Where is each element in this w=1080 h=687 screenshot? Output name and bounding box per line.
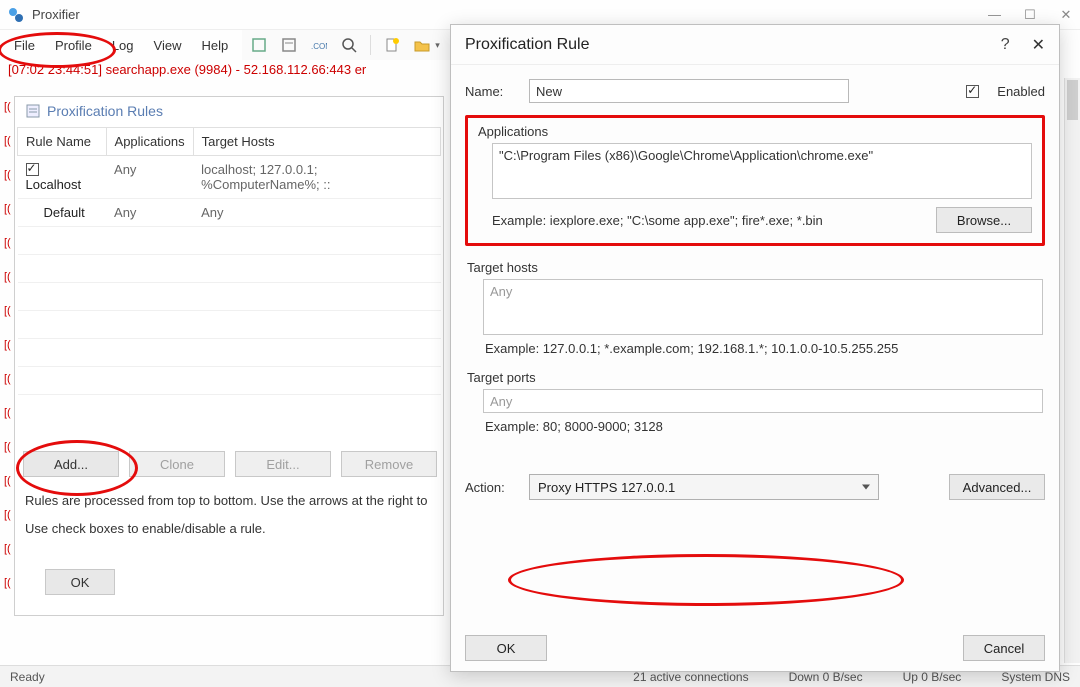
name-label: Name: <box>465 84 517 99</box>
ports-example: Example: 80; 8000-9000; 3128 <box>485 419 1045 434</box>
toolbar-icon-1[interactable] <box>250 36 268 54</box>
menu-log[interactable]: Log <box>104 36 142 55</box>
hosts-example: Example: 127.0.0.1; *.example.com; 192.1… <box>485 341 1045 356</box>
menu-help[interactable]: Help <box>193 36 236 55</box>
table-row[interactable]: Default Any Any <box>18 199 441 227</box>
toolbar-new-icon[interactable] <box>383 36 401 54</box>
action-label: Action: <box>465 480 517 495</box>
applications-input[interactable]: "C:\Program Files (x86)\Google\Chrome\Ap… <box>492 143 1032 199</box>
applications-example: Example: iexplore.exe; "C:\some app.exe"… <box>492 213 823 228</box>
toolbar-folder-icon[interactable] <box>413 36 431 54</box>
rules-icon <box>25 103 41 119</box>
hosts-label: Target hosts <box>467 260 1045 275</box>
ports-label: Target ports <box>467 370 1045 385</box>
enabled-checkbox[interactable] <box>966 85 979 98</box>
add-button[interactable]: Add... <box>23 451 119 477</box>
edit-button[interactable]: Edit... <box>235 451 331 477</box>
dialog-close-icon[interactable]: ✕ <box>1032 35 1045 55</box>
rule-hosts: localhost; 127.0.0.1; %ComputerName%; :: <box>193 156 440 199</box>
applications-group-highlight: Applications "C:\Program Files (x86)\Goo… <box>465 115 1045 246</box>
panel-ok-button[interactable]: OK <box>45 569 115 595</box>
menubar: File Profile Log View Help <box>0 32 242 58</box>
rule-name: Default <box>44 205 85 220</box>
maximize-icon[interactable]: ☐ <box>1024 7 1036 23</box>
menu-view[interactable]: View <box>146 36 190 55</box>
menu-profile[interactable]: Profile <box>47 36 100 55</box>
vertical-scrollbar[interactable] <box>1064 78 1080 663</box>
rules-table: Rule Name Applications Target Hosts Loca… <box>17 127 441 395</box>
rules-panel-title: Proxification Rules <box>47 103 163 119</box>
status-ready: Ready <box>10 670 45 684</box>
rules-help-2: Use check boxes to enable/disable a rule… <box>25 521 266 536</box>
remove-button[interactable]: Remove <box>341 451 437 477</box>
advanced-button[interactable]: Advanced... <box>949 474 1045 500</box>
col-apps[interactable]: Applications <box>106 128 193 156</box>
dialog-ok-button[interactable]: OK <box>465 635 547 661</box>
rule-apps: Any <box>106 156 193 199</box>
hosts-input[interactable]: Any <box>483 279 1043 335</box>
dialog-title: Proxification Rule <box>465 36 590 54</box>
toolbar-icon-2[interactable] <box>280 36 298 54</box>
clone-button[interactable]: Clone <box>129 451 225 477</box>
rule-dialog: Proxification Rule ? ✕ Name: Enabled App… <box>450 24 1060 672</box>
name-input[interactable] <box>529 79 849 103</box>
rule-checkbox[interactable] <box>26 163 39 176</box>
browse-button[interactable]: Browse... <box>936 207 1032 233</box>
app-title: Proxifier <box>32 7 80 22</box>
ports-input[interactable]: Any <box>483 389 1043 413</box>
col-rulename[interactable]: Rule Name <box>18 128 107 156</box>
rules-panel: Proxification Rules Rule Name Applicatio… <box>14 96 444 616</box>
error-markers: [([([([([([([([([([([([([([([( <box>4 90 12 600</box>
applications-label: Applications <box>478 124 1034 139</box>
app-logo-icon <box>8 7 24 23</box>
toolbar-icon-4[interactable] <box>340 36 358 54</box>
svg-text:.COM: .COM <box>311 42 327 51</box>
action-select-value: Proxy HTTPS 127.0.0.1 <box>538 480 675 495</box>
toolbar-icon-3[interactable]: .COM <box>310 36 328 54</box>
rule-name: Localhost <box>26 177 82 192</box>
enabled-label: Enabled <box>997 84 1045 99</box>
minimize-icon[interactable]: — <box>988 7 1000 23</box>
col-hosts[interactable]: Target Hosts <box>193 128 440 156</box>
menu-file[interactable]: File <box>6 36 43 55</box>
action-select[interactable]: Proxy HTTPS 127.0.0.1 <box>529 474 879 500</box>
table-row[interactable]: Localhost Any localhost; 127.0.0.1; %Com… <box>18 156 441 199</box>
rule-hosts: Any <box>193 199 440 227</box>
rules-help-1: Rules are processed from top to bottom. … <box>25 493 427 508</box>
rule-apps: Any <box>106 199 193 227</box>
help-icon[interactable]: ? <box>1001 36 1010 54</box>
dialog-cancel-button[interactable]: Cancel <box>963 635 1045 661</box>
close-icon[interactable]: ✕ <box>1060 7 1072 23</box>
